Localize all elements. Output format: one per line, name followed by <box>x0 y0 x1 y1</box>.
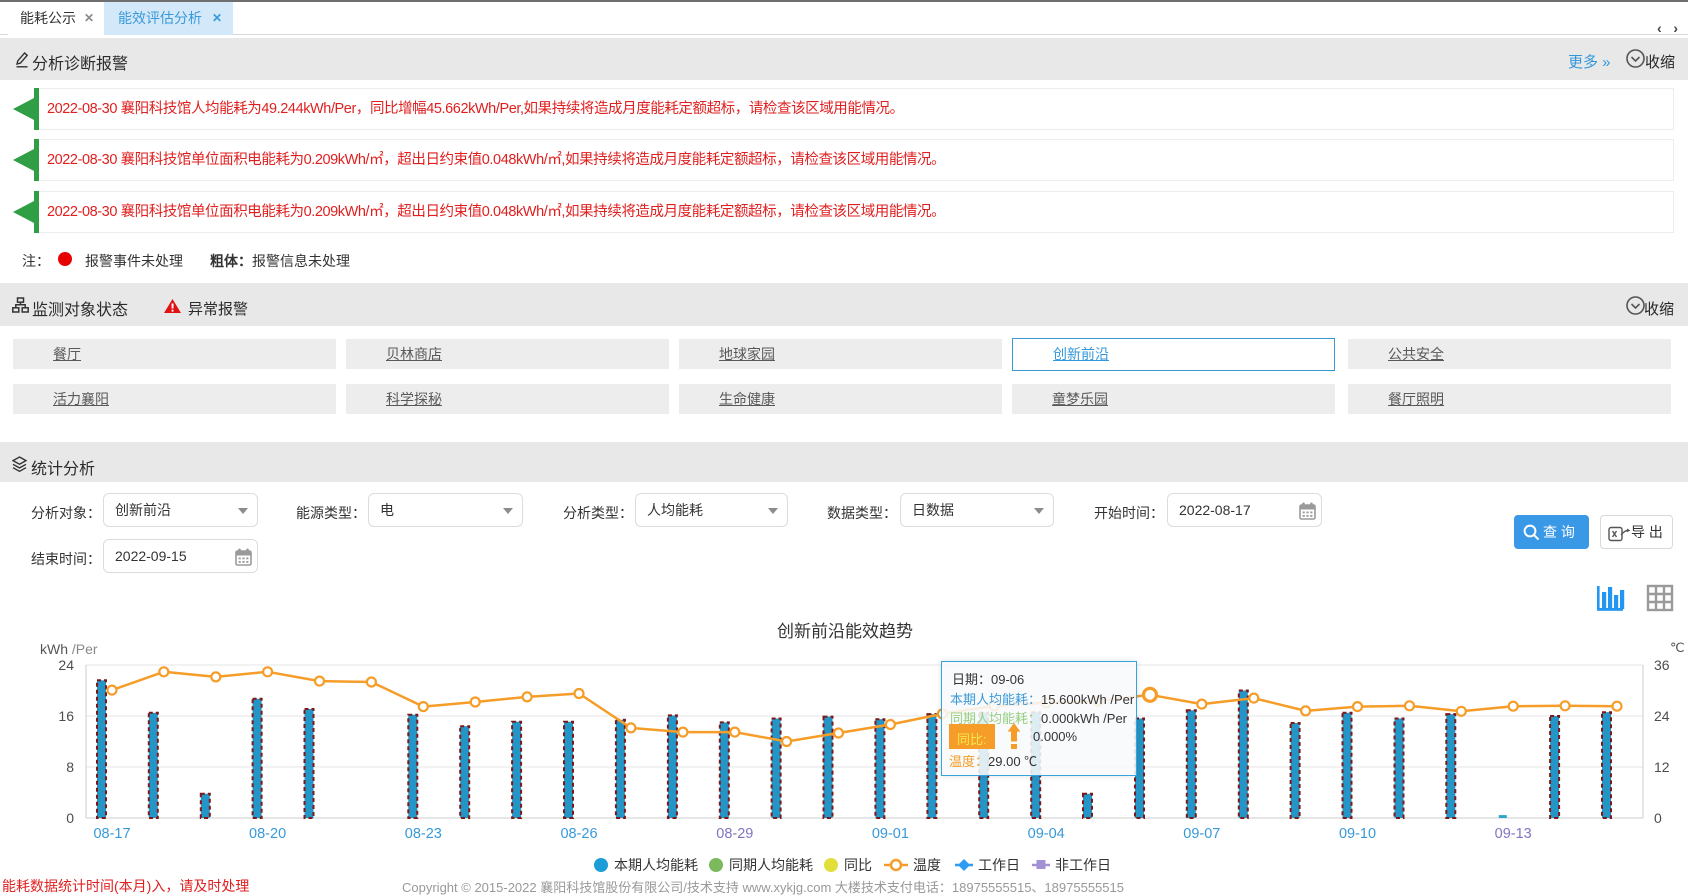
svg-text:创新前沿能效趋势: 创新前沿能效趋势 <box>777 622 913 641</box>
svg-text:08-17: 08-17 <box>93 826 130 842</box>
svg-text:09-10: 09-10 <box>1339 826 1376 842</box>
svg-text:℃: ℃ <box>1670 640 1685 655</box>
svg-text:0: 0 <box>66 810 74 826</box>
svg-text:16: 16 <box>58 708 74 724</box>
svg-text:0: 0 <box>1654 810 1662 826</box>
svg-text:09-04: 09-04 <box>1028 826 1065 842</box>
svg-text:非工作日: 非工作日 <box>1055 857 1111 873</box>
svg-text:同比: 同比 <box>844 857 872 873</box>
svg-text:08-20: 08-20 <box>249 826 286 842</box>
svg-text:09-07: 09-07 <box>1183 826 1220 842</box>
svg-text:8: 8 <box>66 759 74 775</box>
svg-text:08-29: 08-29 <box>716 826 753 842</box>
svg-text:工作日: 工作日 <box>978 857 1020 873</box>
svg-text:36: 36 <box>1654 657 1670 673</box>
svg-text:08-26: 08-26 <box>560 826 597 842</box>
svg-text:12: 12 <box>1654 759 1670 775</box>
svg-text:24: 24 <box>58 657 74 673</box>
svg-text:本期人均能耗: 本期人均能耗 <box>614 857 698 873</box>
svg-text:同期人均能耗: 同期人均能耗 <box>729 857 813 873</box>
svg-text:kWh /Per: kWh /Per <box>40 641 98 657</box>
svg-text:24: 24 <box>1654 708 1670 724</box>
svg-text:09-13: 09-13 <box>1495 826 1532 842</box>
svg-text:09-01: 09-01 <box>872 826 909 842</box>
svg-text:温度: 温度 <box>913 857 941 873</box>
svg-text:08-23: 08-23 <box>405 826 442 842</box>
